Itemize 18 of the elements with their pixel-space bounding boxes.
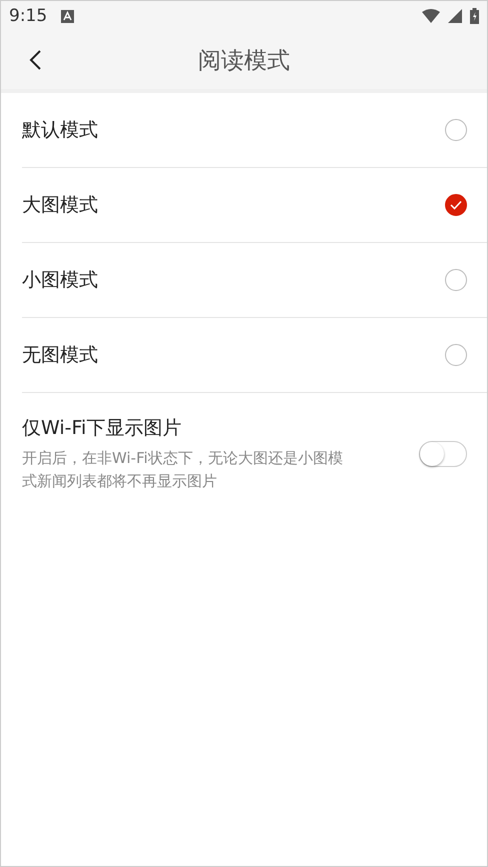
mode-label: 默认模式 [22, 118, 98, 143]
notification-icon [61, 10, 74, 22]
radio-button[interactable] [445, 269, 467, 291]
page-title: 阅读模式 [197, 46, 291, 76]
mode-label: 无图模式 [22, 343, 98, 368]
setting-description: 开启后，在非Wi-Fi状态下，无论大图还是小图模式新闻列表都将不再显示图片 [22, 448, 344, 492]
setting-title: 仅Wi-Fi下显示图片 [22, 416, 182, 441]
radio-button[interactable] [445, 194, 467, 216]
mode-label: 小图模式 [22, 268, 98, 293]
signal-icon [448, 9, 462, 23]
battery-icon [470, 8, 479, 24]
check-icon [450, 200, 462, 210]
radio-button[interactable] [445, 119, 467, 141]
status-time: 9:15 [9, 6, 48, 26]
mode-label: 大图模式 [22, 193, 98, 218]
wifi-icon [422, 9, 440, 23]
radio-button[interactable] [445, 344, 467, 366]
toggle-switch[interactable] [419, 441, 467, 467]
